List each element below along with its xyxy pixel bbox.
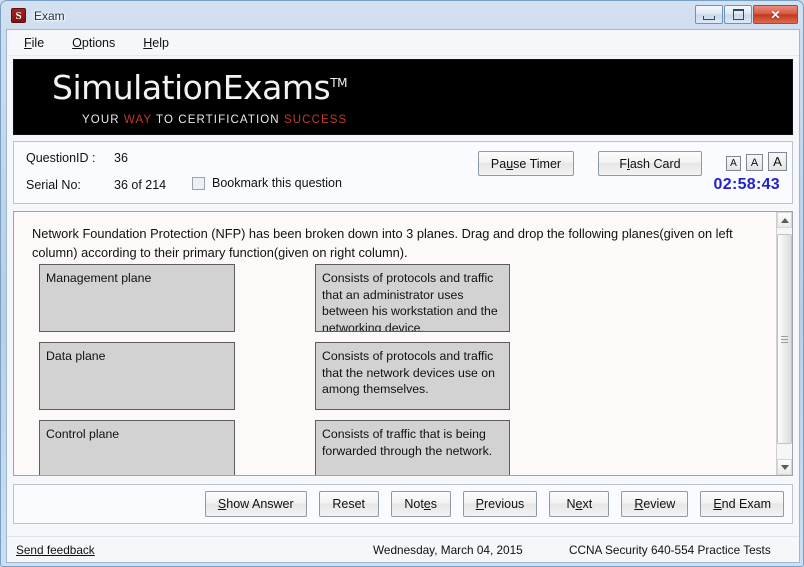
maximize-button[interactable] (724, 5, 752, 24)
scrollbar-grip (781, 335, 788, 343)
drag-drop-left-cell: Data plane (39, 342, 235, 410)
window-controls: ✕ (695, 5, 798, 24)
bookmark-label: Bookmark this question (212, 176, 342, 190)
status-product-name: CCNA Security 640-554 Practice Tests (569, 542, 771, 557)
serial-no-label: Serial No: (26, 178, 81, 192)
scrollbar-thumb[interactable] (777, 234, 792, 444)
bookmark-checkbox-group[interactable]: Bookmark this question (192, 176, 342, 190)
drop-target[interactable]: Consists of protocols and traffic that t… (315, 342, 510, 410)
window-title: Exam (34, 8, 65, 23)
drag-drop-right-cell: Consists of protocols and traffic that a… (315, 264, 510, 332)
drag-item[interactable]: Management plane (39, 264, 235, 332)
minimize-icon (696, 6, 722, 23)
question-info-bar: QuestionID : 36 Serial No: 36 of 214 Boo… (13, 141, 793, 204)
drop-target[interactable]: Consists of protocols and traffic that a… (315, 264, 510, 332)
brand-tagline: YOUR WAY TO CERTIFICATION SUCCESS (82, 114, 348, 126)
brand-banner: SimulationExamsTM YOUR WAY TO CERTIFICAT… (13, 59, 793, 135)
drop-target[interactable]: Consists of traffic that is being forwar… (315, 420, 510, 475)
trademark-mark: TM (330, 76, 347, 90)
flash-card-button[interactable]: Fl ash Card (598, 151, 702, 176)
menu-item-options[interactable]: Options (72, 36, 115, 50)
serial-no-value: 36 of 214 (114, 178, 167, 192)
drag-drop-right-cell: Consists of traffic that is being forwar… (315, 420, 510, 475)
status-date: Wednesday, March 04, 2015 (373, 542, 523, 557)
close-button[interactable]: ✕ (753, 5, 798, 24)
review-button[interactable]: Review (621, 491, 689, 517)
drag-drop-right-cell: Consists of protocols and traffic that t… (315, 342, 510, 410)
drag-drop-area: Management plane Consists of protocols a… (14, 264, 770, 475)
question-scrollbar[interactable] (776, 212, 792, 475)
question-id-label: QuestionID : (26, 151, 96, 165)
drag-drop-left-cell: Management plane (39, 264, 235, 332)
pause-timer-button[interactable]: Pa u se Timer (478, 151, 574, 176)
reset-button[interactable]: Reset (318, 491, 379, 517)
font-size-large-button[interactable]: A (768, 152, 787, 171)
question-text: Network Foundation Protection (NFP) has … (32, 226, 733, 260)
font-size-small-button[interactable]: A (726, 156, 741, 171)
drag-item[interactable]: Control plane (39, 420, 235, 475)
menu-item-help[interactable]: Help (143, 36, 169, 50)
drag-item[interactable]: Data plane (39, 342, 235, 410)
minimize-button[interactable] (695, 5, 723, 24)
app-icon: S (11, 8, 26, 23)
drag-drop-row: Management plane Consists of protocols a… (14, 264, 770, 332)
drag-drop-row: Data plane Consists of protocols and tra… (14, 342, 770, 410)
font-size-medium-button[interactable]: A (746, 154, 763, 171)
previous-button[interactable]: Previous (462, 491, 538, 517)
status-bar: Send feedback Wednesday, March 04, 2015 … (7, 536, 799, 562)
drag-drop-row: Control plane Consists of traffic that i… (14, 420, 770, 475)
application-window: S Exam ✕ File Options Help SimulationExa… (0, 0, 804, 567)
show-answer-button[interactable]: Show Answer (204, 491, 307, 517)
close-icon: ✕ (770, 7, 781, 22)
font-size-buttons: A A A (726, 152, 787, 171)
send-feedback-link[interactable]: Send feedback (16, 543, 95, 557)
title-bar: S Exam ✕ (2, 2, 802, 29)
drag-drop-left-cell: Control plane (39, 420, 235, 475)
brand-logo: SimulationExamsTM (52, 68, 347, 107)
bookmark-checkbox[interactable] (192, 176, 205, 190)
notes-button[interactable]: Not e s (390, 491, 451, 517)
maximize-icon (725, 6, 751, 23)
scroll-down-icon[interactable] (777, 459, 792, 475)
menu-item-file[interactable]: File (24, 36, 44, 50)
question-panel: Network Foundation Protection (NFP) has … (13, 211, 793, 476)
end-exam-button[interactable]: End Exam (700, 491, 784, 517)
scroll-up-icon[interactable] (777, 212, 792, 228)
action-button-bar: Show Answer Reset Not e s Previous Ne xt Re… (13, 484, 793, 524)
menu-bar: File Options Help (7, 30, 799, 56)
next-button[interactable]: Ne xt (549, 491, 610, 517)
question-id-value: 36 (114, 151, 128, 165)
countdown-timer: 02:58:43 (713, 176, 780, 193)
client-area: File Options Help SimulationExamsTM YOUR… (6, 29, 800, 563)
